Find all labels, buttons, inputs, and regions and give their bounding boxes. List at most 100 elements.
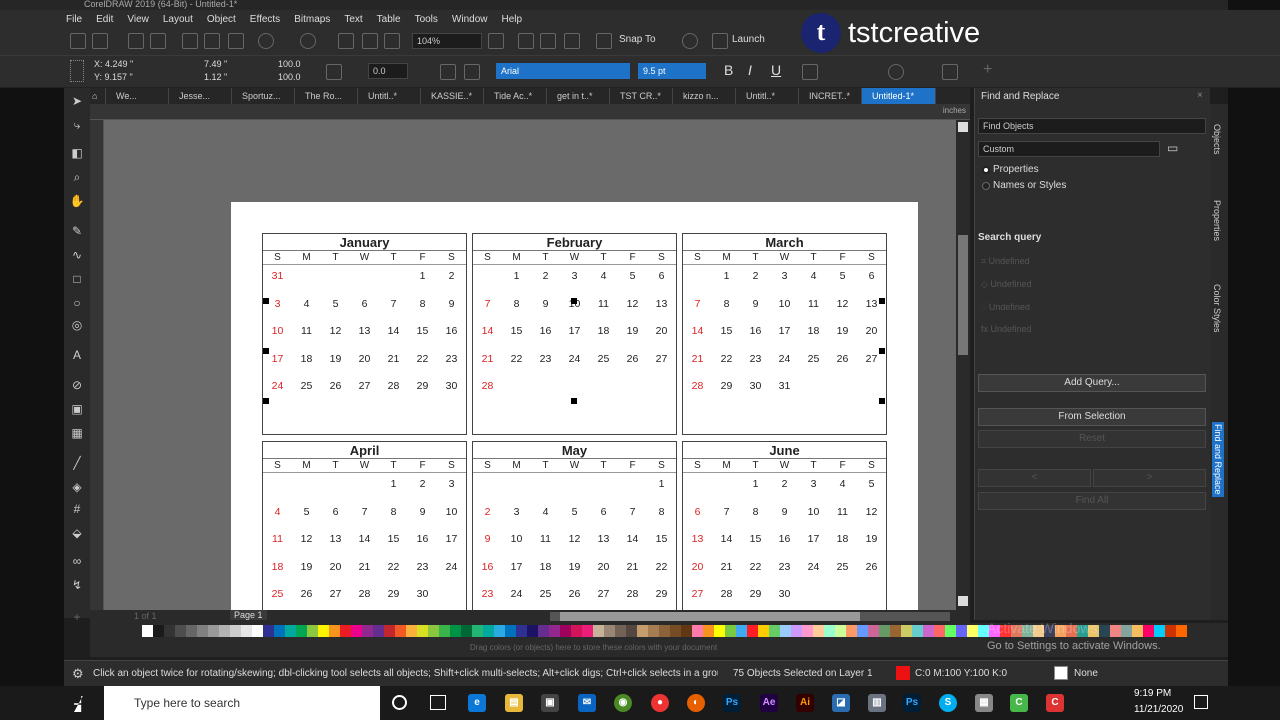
- properties-tab[interactable]: Properties: [1212, 200, 1222, 241]
- scale-width-field[interactable]: 100.0: [278, 59, 301, 69]
- color-swatch[interactable]: [527, 625, 538, 637]
- color-swatch[interactable]: [802, 625, 813, 637]
- color-swatch[interactable]: [681, 625, 692, 637]
- document-tab[interactable]: Untitled-1*: [862, 88, 936, 104]
- color-swatch[interactable]: [175, 625, 186, 637]
- scale-height-field[interactable]: 100.0: [278, 72, 301, 82]
- opentype-icon[interactable]: [888, 64, 904, 80]
- color-swatch[interactable]: [1110, 625, 1121, 637]
- color-swatch[interactable]: [263, 625, 274, 637]
- color-swatch[interactable]: [769, 625, 780, 637]
- color-swatch[interactable]: [934, 625, 945, 637]
- menu-table[interactable]: Table: [377, 14, 401, 25]
- color-swatch[interactable]: [1121, 625, 1132, 637]
- show-rulers-icon[interactable]: [518, 33, 534, 49]
- color-swatch[interactable]: [648, 625, 659, 637]
- color-swatch[interactable]: [274, 625, 285, 637]
- page-1-tab[interactable]: Page 1: [230, 610, 267, 620]
- color-swatch[interactable]: [142, 625, 153, 637]
- menu-view[interactable]: View: [127, 14, 149, 25]
- save-icon[interactable]: [128, 33, 144, 49]
- color-swatch[interactable]: [725, 625, 736, 637]
- width-field[interactable]: 7.49 ": [204, 59, 227, 69]
- color-swatch[interactable]: [329, 625, 340, 637]
- selection-handle[interactable]: [571, 398, 577, 404]
- color-styles-tab[interactable]: Color Styles: [1212, 284, 1222, 333]
- color-swatch[interactable]: [406, 625, 417, 637]
- document-tab[interactable]: We...: [106, 88, 169, 104]
- customize-toolbox-icon[interactable]: +: [69, 610, 85, 624]
- properties-radio[interactable]: [982, 166, 990, 174]
- objects-tab[interactable]: Objects: [1212, 124, 1222, 155]
- document-tab[interactable]: Untitl..*: [358, 88, 421, 104]
- zoom-tool-icon[interactable]: ⌕: [69, 170, 85, 184]
- color-swatch[interactable]: [395, 625, 406, 637]
- selection-handle[interactable]: [263, 348, 269, 354]
- color-swatch[interactable]: [472, 625, 483, 637]
- color-swatch[interactable]: [340, 625, 351, 637]
- color-swatch[interactable]: [1099, 625, 1110, 637]
- app-icon-2[interactable]: ▥: [868, 694, 886, 712]
- document-tab[interactable]: KASSIE..*: [421, 88, 484, 104]
- find-next-button[interactable]: >: [1093, 469, 1206, 487]
- color-swatch[interactable]: [846, 625, 857, 637]
- color-swatch[interactable]: [417, 625, 428, 637]
- vertical-scrollbar[interactable]: [956, 120, 970, 610]
- color-swatch[interactable]: [1165, 625, 1176, 637]
- options-gear-icon[interactable]: [682, 33, 698, 49]
- font-family-select[interactable]: Arial: [496, 63, 630, 79]
- color-swatch[interactable]: [582, 625, 593, 637]
- blend-tool-icon[interactable]: ⊘: [69, 378, 85, 392]
- text-properties-icon[interactable]: [942, 64, 958, 80]
- menu-edit[interactable]: Edit: [96, 14, 113, 25]
- firefox-icon[interactable]: ◐: [687, 694, 705, 712]
- snap-icon[interactable]: [596, 33, 612, 49]
- menu-file[interactable]: File: [66, 14, 82, 25]
- photoshop-icon-2[interactable]: Ps: [903, 694, 921, 712]
- smart-fill-icon[interactable]: ⬙: [69, 526, 85, 540]
- close-docker-icon[interactable]: ×: [1197, 90, 1203, 101]
- selection-handle[interactable]: [879, 298, 885, 304]
- font-size-select[interactable]: 9.5 pt: [638, 63, 706, 79]
- color-swatch[interactable]: [296, 625, 307, 637]
- color-swatch[interactable]: [901, 625, 912, 637]
- color-swatch[interactable]: [164, 625, 175, 637]
- corel-app-icon[interactable]: C: [1010, 694, 1028, 712]
- color-swatch[interactable]: [714, 625, 725, 637]
- menu-object[interactable]: Object: [207, 14, 236, 25]
- pick-tool-icon[interactable]: ➤: [69, 94, 85, 108]
- open-icon[interactable]: [92, 33, 108, 49]
- month-may[interactable]: May S M T W T F S 1 2 3 4 5 6 7 8 9 10 11 12 13 14 15 16 17 18 19 2…: [472, 441, 677, 610]
- color-swatch[interactable]: [549, 625, 560, 637]
- document-tab[interactable]: INCRET..*: [799, 88, 862, 104]
- color-swatch[interactable]: [1154, 625, 1165, 637]
- color-swatch[interactable]: [538, 625, 549, 637]
- color-swatch[interactable]: [318, 625, 329, 637]
- color-swatch[interactable]: [450, 625, 461, 637]
- launch-dropdown[interactable]: Launch: [732, 34, 765, 45]
- export-icon[interactable]: [362, 33, 378, 49]
- color-swatch[interactable]: [219, 625, 230, 637]
- month-february[interactable]: FebruarySMTWTFS1234567891011121314151617…: [472, 233, 677, 435]
- print-icon[interactable]: [150, 33, 166, 49]
- reset-button[interactable]: Reset: [978, 430, 1206, 448]
- menu-bitmaps[interactable]: Bitmaps: [294, 14, 330, 25]
- color-swatch[interactable]: [758, 625, 769, 637]
- y-position-field[interactable]: Y: 9.157 ": [94, 72, 133, 82]
- screen-recorder-icon[interactable]: C: [1046, 694, 1064, 712]
- new-document-icon[interactable]: [70, 33, 86, 49]
- store-icon[interactable]: ▣: [541, 694, 559, 712]
- taskbar-search-box[interactable]: Type here to search: [104, 686, 380, 720]
- mesh-fill-icon[interactable]: #: [69, 502, 85, 516]
- color-swatch[interactable]: [439, 625, 450, 637]
- pattern-tool-icon[interactable]: ▦: [69, 426, 85, 440]
- crop-tool-icon[interactable]: ◧: [69, 146, 85, 160]
- eyedropper-tool-icon[interactable]: ╱: [69, 456, 85, 470]
- task-view-icon[interactable]: [430, 695, 446, 710]
- color-swatch[interactable]: [1132, 625, 1143, 637]
- polygon-tool-icon[interactable]: ◎: [69, 318, 85, 332]
- underline-button[interactable]: U: [771, 62, 781, 78]
- color-swatch[interactable]: [197, 625, 208, 637]
- month-march[interactable]: March S M T W T F S 1 2 3 4 5 6 7 8 9 10 11 12 13 14 15 16 17 18 1…: [682, 233, 887, 435]
- snap-to-dropdown[interactable]: Snap To: [619, 34, 656, 45]
